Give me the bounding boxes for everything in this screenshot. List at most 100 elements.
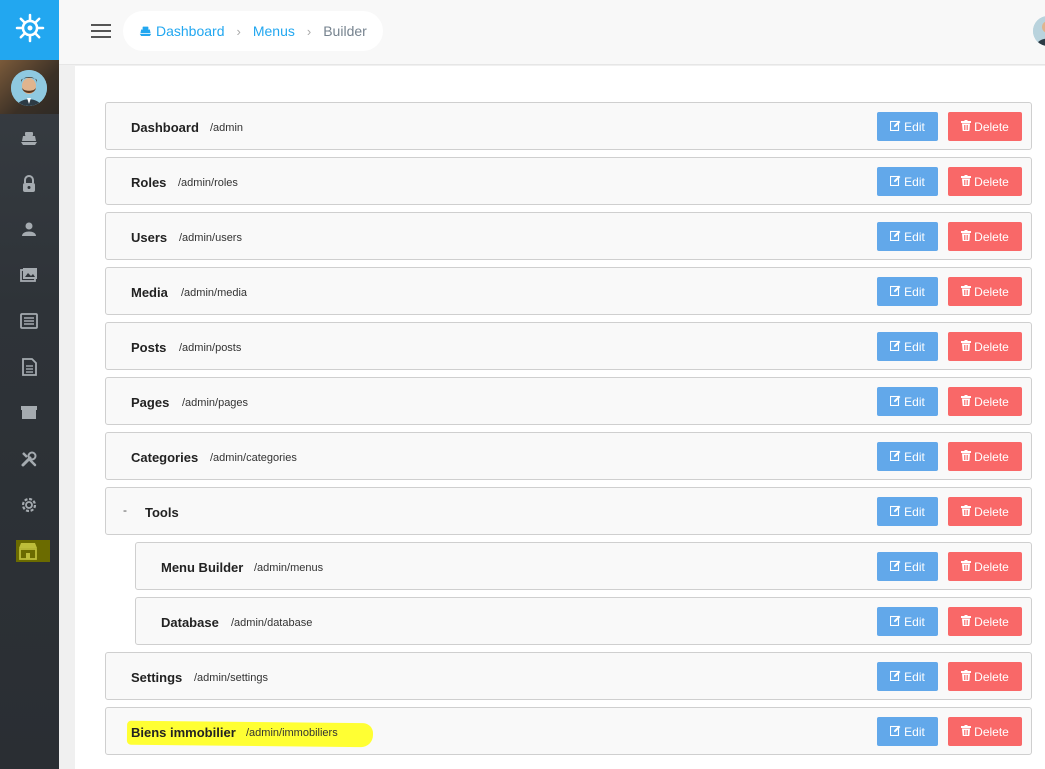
posts-icon[interactable] <box>18 310 40 332</box>
edit-icon <box>890 285 904 299</box>
delete-button[interactable]: Delete <box>948 442 1022 471</box>
trash-icon <box>961 284 974 299</box>
sidebar <box>0 0 59 769</box>
menu-item-title: Pages <box>131 395 170 410</box>
edit-icon <box>890 230 904 244</box>
pages-icon[interactable] <box>18 356 40 378</box>
edit-icon <box>890 120 904 134</box>
menu-item-row[interactable]: Database/admin/database Edit Delete <box>135 597 1032 645</box>
edit-button[interactable]: Edit <box>877 277 938 306</box>
delete-label: Delete <box>974 669 1009 684</box>
edit-label: Edit <box>904 119 925 134</box>
edit-button[interactable]: Edit <box>877 717 938 746</box>
menu-item-title: Database <box>161 615 219 630</box>
delete-button[interactable]: Delete <box>948 222 1022 251</box>
menu-item-url: /admin/pages <box>182 397 249 409</box>
avatar[interactable] <box>11 70 47 106</box>
edit-icon <box>890 615 904 629</box>
delete-button[interactable]: Delete <box>948 497 1022 526</box>
settings-icon[interactable] <box>18 494 40 516</box>
delete-label: Delete <box>974 339 1009 354</box>
delete-button[interactable]: Delete <box>948 717 1022 746</box>
menu-item-row[interactable]: Settings/admin/settings Edit Delete <box>105 652 1032 700</box>
menu-item-title: Dashboard <box>131 120 199 135</box>
edit-button[interactable]: Edit <box>877 442 938 471</box>
trash-icon <box>961 559 974 574</box>
delete-label: Delete <box>974 119 1009 134</box>
trash-icon <box>961 724 974 739</box>
menu-item-title: Settings <box>131 670 183 685</box>
lock-icon[interactable] <box>18 173 40 195</box>
breadcrumb-menus[interactable]: Menus <box>253 23 295 39</box>
edit-button[interactable]: Edit <box>877 662 938 691</box>
delete-button[interactable]: Delete <box>948 167 1022 196</box>
trash-icon <box>961 119 974 134</box>
trash-icon <box>961 504 974 519</box>
menu-item-title: Roles <box>131 175 167 190</box>
edit-label: Edit <box>904 449 925 464</box>
menu-item-row[interactable]: Menu Builder/admin/menus Edit Delete <box>135 542 1032 590</box>
edit-label: Edit <box>904 559 925 574</box>
trash-icon <box>961 394 974 409</box>
menu-item-url: /admin/media <box>181 287 248 299</box>
delete-button[interactable]: Delete <box>948 277 1022 306</box>
menu-item-url: /admin/users <box>179 232 242 244</box>
user-avatar[interactable] <box>1033 16 1045 46</box>
delete-button[interactable]: Delete <box>948 387 1022 416</box>
store-icon[interactable] <box>16 540 50 562</box>
menu-item-row[interactable]: Roles/admin/roles Edit Delete <box>105 157 1032 205</box>
delete-button[interactable]: Delete <box>948 662 1022 691</box>
tools-icon[interactable] <box>18 448 40 470</box>
menu-item-row[interactable]: Dashboard/admin Edit Delete <box>105 102 1032 150</box>
menu-item-row[interactable]: Categories/admin/categories Edit Delete <box>105 432 1032 480</box>
edit-label: Edit <box>904 339 925 354</box>
trash-icon <box>961 614 974 629</box>
edit-label: Edit <box>904 394 925 409</box>
edit-button[interactable]: Edit <box>877 167 938 196</box>
edit-label: Edit <box>904 284 925 299</box>
menu-builder-panel: Dashboard/admin Edit Delete Roles/admin/rol… <box>75 66 1045 769</box>
edit-button[interactable]: Edit <box>877 552 938 581</box>
edit-button[interactable]: Edit <box>877 497 938 526</box>
chevron-right-icon: › <box>306 23 312 39</box>
delete-label: Delete <box>974 174 1009 189</box>
categories-icon[interactable] <box>18 401 40 423</box>
menu-item-url: /admin/immobiliers <box>246 727 338 739</box>
trash-icon <box>961 669 974 684</box>
edit-button[interactable]: Edit <box>877 387 938 416</box>
delete-label: Delete <box>974 449 1009 464</box>
menu-item-title: Users <box>131 230 168 245</box>
collapse-toggle[interactable]: - <box>123 503 127 517</box>
edit-button[interactable]: Edit <box>877 332 938 361</box>
edit-icon <box>890 450 904 464</box>
delete-button[interactable]: Delete <box>948 607 1022 636</box>
menu-item-title: Media <box>131 285 168 300</box>
menu-item-row[interactable]: Users/admin/users Edit Delete <box>105 212 1032 260</box>
breadcrumb-dashboard[interactable]: Dashboard <box>156 23 225 39</box>
delete-button[interactable]: Delete <box>948 552 1022 581</box>
user-icon[interactable] <box>18 218 40 240</box>
delete-label: Delete <box>974 724 1009 739</box>
menu-item-row[interactable]: - Tools Edit Delete <box>105 487 1032 535</box>
menu-item-row[interactable]: Media/admin/media Edit Delete <box>105 267 1032 315</box>
menu-item-row[interactable]: Pages/admin/pages Edit Delete <box>105 377 1032 425</box>
delete-label: Delete <box>974 504 1009 519</box>
hamburger-menu-icon[interactable] <box>91 24 111 40</box>
delete-button[interactable]: Delete <box>948 112 1022 141</box>
menu-item-url: /admin/posts <box>179 342 242 354</box>
trash-icon <box>961 449 974 464</box>
media-icon[interactable] <box>18 264 40 286</box>
delete-button[interactable]: Delete <box>948 332 1022 361</box>
menu-item-url: /admin/settings <box>194 672 268 684</box>
menu-item-row[interactable]: Posts/admin/posts Edit Delete <box>105 322 1032 370</box>
edit-button[interactable]: Edit <box>877 607 938 636</box>
edit-button[interactable]: Edit <box>877 222 938 251</box>
edit-icon <box>890 725 904 739</box>
logo[interactable] <box>0 0 59 60</box>
edit-icon <box>890 670 904 684</box>
menu-item-row[interactable]: Biens immobilier/admin/immobiliers Edit De… <box>105 707 1032 755</box>
dashboard-icon[interactable] <box>18 127 40 149</box>
delete-label: Delete <box>974 394 1009 409</box>
edit-button[interactable]: Edit <box>877 112 938 141</box>
menu-item-title: Biens immobilier <box>131 725 236 740</box>
